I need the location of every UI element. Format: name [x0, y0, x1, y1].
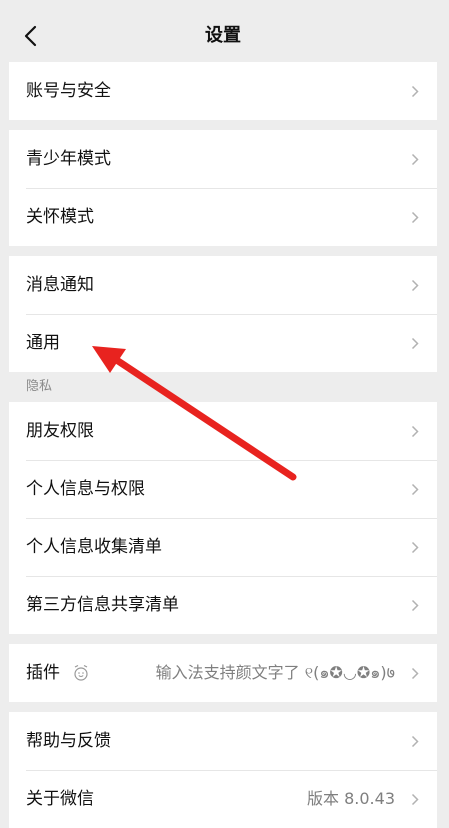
privacy-section-title: 隐私 [26, 379, 53, 394]
row-label: 账号与安全 [26, 81, 111, 101]
settings-screen: 设置 账号与安全 青少年模式 关怀模式 消息通知 通用 隐私 朋友权限 个人信息… [9, 0, 437, 828]
chevron-right-icon [411, 793, 419, 806]
chevron-right-icon [411, 541, 419, 554]
group-account: 账号与安全 [9, 62, 437, 120]
row-help-feedback[interactable]: 帮助与反馈 [9, 712, 437, 770]
row-plugins[interactable]: 插件 输入法支持颜文字了 ୧(๑✪◡✪๑)७ [9, 644, 437, 702]
row-care-mode[interactable]: 关怀模式 [9, 188, 437, 246]
row-label: 关于微信 [26, 789, 94, 809]
row-label: 消息通知 [26, 275, 94, 295]
row-label: 青少年模式 [26, 149, 111, 169]
chevron-right-icon [411, 425, 419, 438]
row-label: 朋友权限 [26, 421, 94, 441]
chevron-right-icon [411, 153, 419, 166]
row-friend-permissions[interactable]: 朋友权限 [9, 402, 437, 460]
chevron-right-icon [411, 279, 419, 292]
row-label: 插件 [26, 663, 60, 683]
row-label: 第三方信息共享清单 [26, 595, 179, 615]
group-modes: 青少年模式 关怀模式 [9, 130, 437, 246]
group-privacy: 朋友权限 个人信息与权限 个人信息收集清单 第三方信息共享清单 [9, 402, 437, 634]
nav-bar: 设置 [9, 0, 437, 62]
plugin-status-text: 输入法支持颜文字了 ୧(๑✪◡✪๑)७ [155, 663, 395, 682]
version-text: 版本 8.0.43 [307, 789, 395, 808]
row-teen-mode[interactable]: 青少年模式 [9, 130, 437, 188]
chevron-right-icon [411, 735, 419, 748]
row-third-party-sharing-list[interactable]: 第三方信息共享清单 [9, 576, 437, 634]
row-info-collection-list[interactable]: 个人信息收集清单 [9, 518, 437, 576]
chevron-right-icon [411, 211, 419, 224]
row-personal-info-permissions[interactable]: 个人信息与权限 [9, 460, 437, 518]
row-general[interactable]: 通用 [9, 314, 437, 372]
row-account-security[interactable]: 账号与安全 [9, 62, 437, 120]
chevron-right-icon [411, 483, 419, 496]
page-title: 设置 [205, 25, 241, 46]
row-label: 帮助与反馈 [26, 731, 111, 751]
row-label: 关怀模式 [26, 207, 94, 227]
row-about-wechat[interactable]: 关于微信 版本 8.0.43 [9, 770, 437, 828]
row-label: 个人信息收集清单 [26, 537, 162, 557]
row-notifications[interactable]: 消息通知 [9, 256, 437, 314]
row-label: 个人信息与权限 [26, 479, 145, 499]
chevron-right-icon [411, 667, 419, 680]
group-plugins: 插件 输入法支持颜文字了 ୧(๑✪◡✪๑)७ [9, 644, 437, 702]
chevron-right-icon [411, 599, 419, 612]
chevron-right-icon [411, 85, 419, 98]
alarm-face-icon [74, 664, 88, 681]
group-about: 帮助与反馈 关于微信 版本 8.0.43 [9, 712, 437, 828]
group-general: 消息通知 通用 [9, 256, 437, 372]
row-label: 通用 [26, 333, 60, 353]
chevron-right-icon [411, 337, 419, 350]
